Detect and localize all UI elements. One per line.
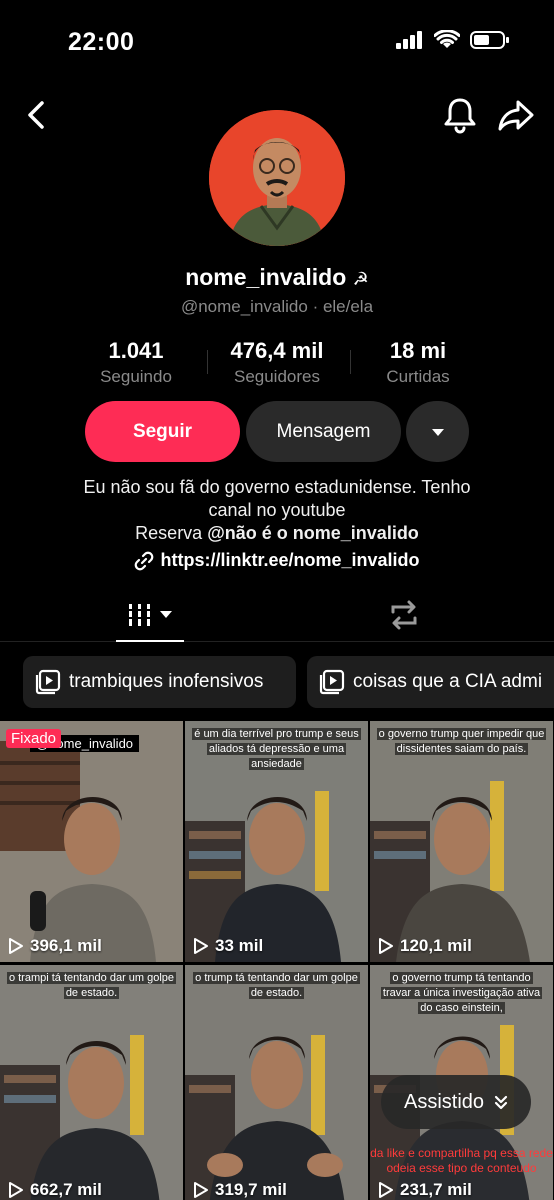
playlists: trambiques inofensivos coisas que a CIA … [0, 656, 554, 708]
follow-button[interactable]: Seguir [85, 401, 240, 462]
bio: Eu não sou fã do governo estadunidense. … [0, 476, 554, 545]
avatar-illustration [209, 110, 345, 246]
repost-icon[interactable] [385, 598, 423, 632]
bio-reserve-prefix: Reserva [135, 523, 203, 543]
video-thumbnail[interactable]: é um dia terrível pro trump e seus aliad… [185, 721, 368, 962]
play-icon [194, 938, 208, 954]
view-count-text: 662,7 mil [30, 1180, 102, 1199]
handle-row: @nome_invalido · ele/ela [0, 297, 554, 317]
view-count: 662,7 mil [8, 1180, 102, 1200]
video-caption-text: o governo trump tá tentando travar a úni… [380, 972, 543, 1014]
profile-stats: 1.041 Seguindo 476,4 mil Seguidores 18 m… [0, 338, 554, 390]
double-chevron-down-icon [494, 1095, 508, 1110]
status-time: 22:00 [68, 28, 135, 56]
pronouns: · ele/ela [312, 297, 374, 316]
battery-icon [470, 31, 509, 49]
username-emoji: ☭ [352, 269, 369, 289]
view-count: 396,1 mil [8, 936, 102, 956]
watched-label: Assistido [403, 1090, 485, 1113]
username-text: nome_invalido [185, 264, 347, 290]
view-count: 120,1 mil [378, 936, 472, 956]
watched-filter-button[interactable]: Assistido [381, 1075, 531, 1129]
share-icon[interactable] [496, 96, 536, 134]
video-caption: o governo trump quer impedir que disside… [376, 727, 547, 757]
grid-icon [128, 604, 152, 626]
view-count: 33 mil [193, 936, 263, 956]
stat-following-label: Seguindo [100, 367, 172, 386]
playlist-chip[interactable]: trambiques inofensivos [23, 656, 296, 708]
bio-reserve: Reserva @não é o nome_invalido [0, 522, 554, 545]
bio-line-2: canal no youtube [208, 500, 346, 520]
playlist-icon [319, 669, 345, 695]
video-thumbnail[interactable]: o trump tá tentando dar um golpe de esta… [185, 965, 368, 1200]
username: nome_invalido ☭ [0, 264, 554, 291]
bio-line-1: Eu não sou fã do governo estadunidense. … [83, 477, 471, 497]
stat-likes[interactable]: 18 mi Curtidas [343, 338, 493, 387]
playlist-label: trambiques inofensivos [69, 671, 264, 692]
view-count-text: 319,7 mil [215, 1180, 287, 1199]
content-tabs [0, 590, 554, 642]
play-icon [9, 938, 23, 954]
video-thumbnail[interactable]: o governo trump quer impedir que disside… [370, 721, 553, 962]
avatar[interactable] [209, 110, 345, 246]
video-caption-text: é um dia terrível pro trump e seus aliad… [192, 728, 361, 770]
stat-followers-value: 476,4 mil [230, 338, 324, 363]
play-icon [9, 1182, 23, 1198]
video-caption-text: o trampi tá tentando dar um golpe de est… [6, 972, 177, 999]
video-thumbnail-image [0, 721, 183, 962]
playlist-chip[interactable]: coisas que a CIA admi [307, 656, 554, 708]
video-thumbnail[interactable]: o trampi tá tentando dar um golpe de est… [0, 965, 183, 1200]
signal-icon [396, 31, 422, 49]
video-caption: o governo trump tá tentando travar a úni… [376, 971, 547, 1016]
stat-likes-value: 18 mi [389, 338, 447, 363]
more-options-button[interactable] [406, 401, 469, 462]
status-bar: 22:00 [0, 0, 554, 80]
playlist-icon [35, 669, 61, 695]
view-count-text: 120,1 mil [400, 936, 472, 955]
play-icon [379, 938, 393, 954]
video-caption: o trump tá tentando dar um golpe de esta… [191, 971, 362, 1001]
view-count: 319,7 mil [193, 1180, 287, 1200]
video-caption: é um dia terrível pro trump e seus aliad… [191, 727, 362, 772]
video-caption-text: o trump tá tentando dar um golpe de esta… [193, 972, 360, 999]
message-button[interactable]: Mensagem [246, 401, 401, 462]
stat-followers[interactable]: 476,4 mil Seguidores [202, 338, 352, 387]
play-icon [194, 1182, 208, 1198]
pinned-badge: Fixado [6, 729, 62, 748]
video-caption: o trampi tá tentando dar um golpe de est… [6, 971, 177, 1001]
tab-videos[interactable] [116, 590, 184, 642]
playlist-label: coisas que a CIA admi [353, 671, 543, 692]
stat-following[interactable]: 1.041 Seguindo [61, 338, 211, 387]
stat-likes-label: Curtidas [386, 367, 450, 386]
stat-following-value: 1.041 [108, 338, 164, 363]
bio-link[interactable]: https://linktr.ee/nome_invalido [0, 550, 554, 571]
play-icon [379, 1182, 393, 1198]
bell-icon[interactable] [442, 96, 478, 134]
video-thumbnail-image [370, 721, 553, 962]
video-thumbnail[interactable]: Fixado @nome_invalido 396,1 mil [0, 721, 183, 962]
view-count-text: 231,7 mil [400, 1180, 472, 1199]
wifi-icon [434, 30, 460, 48]
view-count-text: 396,1 mil [30, 936, 102, 955]
caret-down-icon [160, 611, 172, 618]
handle: @nome_invalido [180, 297, 308, 316]
bio-reserve-handle[interactable]: @não é o nome_invalido [207, 523, 419, 543]
view-count: 231,7 mil [378, 1180, 472, 1200]
link-icon [135, 551, 154, 570]
status-icons [396, 30, 510, 50]
stat-followers-label: Seguidores [233, 367, 320, 386]
chevron-down-icon [431, 428, 444, 436]
video-caption-text: o governo trump quer impedir que disside… [376, 728, 547, 755]
bio-link-text: https://linktr.ee/nome_invalido [160, 550, 420, 570]
view-count-text: 33 mil [215, 936, 264, 955]
video-bottom-caption: da like e compartilha pq essa rede odeia… [370, 1146, 553, 1175]
back-arrow-icon[interactable] [22, 97, 52, 133]
